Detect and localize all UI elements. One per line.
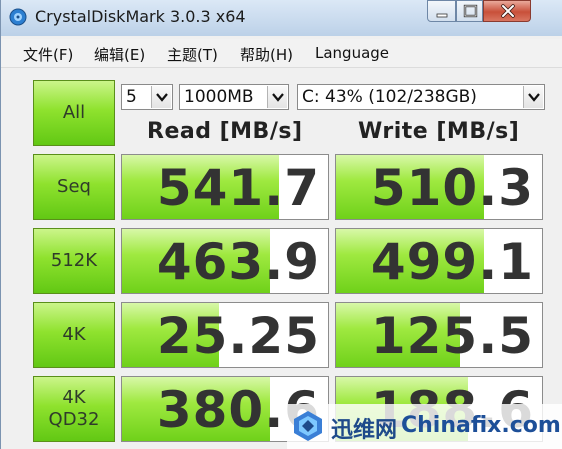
maximize-icon (463, 4, 478, 18)
menu-file[interactable]: 文件(F) (23, 44, 73, 65)
write-column-header: Write [MB/s] (358, 119, 520, 144)
seq-write-result: 510.3 (335, 154, 543, 220)
drive-value: C: 43% (102/238GB) (302, 87, 477, 107)
close-button[interactable] (483, 0, 531, 22)
app-window: CrystalDiskMark 3.0.3 x64 文件(F) 编辑(E) 主题… (0, 0, 562, 449)
512k-write-result: 499.1 (335, 228, 543, 294)
title-bar[interactable]: CrystalDiskMark 3.0.3 x64 (1, 0, 562, 36)
minimize-icon (436, 13, 448, 18)
seq-test-button[interactable]: Seq (33, 154, 115, 220)
close-icon (501, 4, 515, 18)
512k-read-result: 463.9 (121, 228, 329, 294)
app-icon (9, 8, 27, 26)
seq-write-value: 510.3 (370, 159, 534, 217)
chevron-down-icon (523, 86, 543, 108)
chevron-down-icon (151, 86, 171, 108)
all-button[interactable]: All (33, 80, 115, 146)
window-title: CrystalDiskMark 3.0.3 x64 (35, 7, 246, 26)
read-column-header: Read [MB/s] (147, 119, 303, 144)
menu-bar: 文件(F) 编辑(E) 主题(T) 帮助(H) Language (1, 39, 562, 68)
test-size-value: 1000MB (184, 87, 254, 107)
seq-read-value: 541.7 (156, 159, 320, 217)
menu-edit[interactable]: 编辑(E) (94, 44, 145, 65)
maximize-button[interactable] (456, 0, 483, 22)
chevron-down-icon (267, 86, 287, 108)
menu-help[interactable]: 帮助(H) (240, 44, 293, 65)
512k-test-button[interactable]: 512K (33, 228, 115, 294)
512k-write-value: 499.1 (370, 233, 534, 291)
test-label: 4K (62, 324, 86, 345)
drive-select[interactable]: C: 43% (102/238GB) (297, 84, 545, 110)
test-label: 4K (62, 387, 86, 408)
4k-write-value: 125.5 (370, 307, 534, 365)
512k-read-value: 463.9 (156, 233, 320, 291)
4k-write-result: 125.5 (335, 302, 543, 368)
watermark: 迅维网 Chinafix.com (287, 404, 562, 449)
4k-test-button[interactable]: 4K (33, 302, 115, 368)
watermark-cn-text: 迅维网 (331, 418, 398, 443)
test-count-value: 5 (126, 87, 137, 107)
4k-read-result: 25.25 (121, 302, 329, 368)
test-label: Seq (57, 176, 91, 197)
minimize-button[interactable] (427, 0, 456, 22)
menu-theme[interactable]: 主题(T) (167, 44, 218, 65)
4k-qd32-test-button[interactable]: 4K QD32 (33, 376, 115, 442)
test-size-select[interactable]: 1000MB (179, 84, 289, 110)
test-label: 512K (50, 250, 98, 271)
watermark-en-text: Chinafix.com (401, 413, 561, 438)
test-count-select[interactable]: 5 (121, 84, 173, 110)
seq-read-result: 541.7 (121, 154, 329, 220)
all-button-label: All (62, 102, 86, 123)
test-sublabel: QD32 (48, 409, 100, 430)
4k-read-value: 25.25 (156, 307, 320, 365)
menu-language[interactable]: Language (315, 44, 389, 62)
chinafix-logo-icon (291, 409, 325, 443)
